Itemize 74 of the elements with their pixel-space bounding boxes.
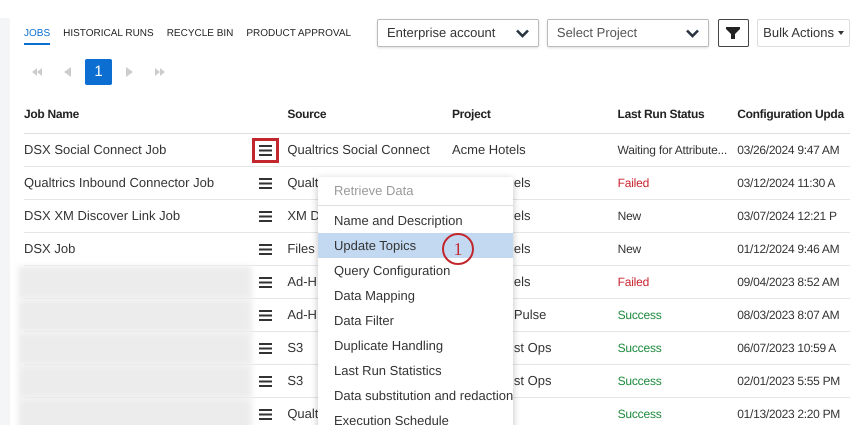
menu-icon <box>259 310 272 320</box>
menu-item[interactable]: Execution Schedule <box>318 408 513 425</box>
table-cell-text: Qualtrics Inbound Connector Job <box>24 174 214 192</box>
callout-badge: 1 <box>442 233 474 265</box>
table-cell: els <box>514 274 530 290</box>
menu-item[interactable]: Data Mapping <box>318 283 513 308</box>
table-cell: 01/12/2024 9:46 AM <box>737 242 840 256</box>
tab[interactable]: JOBS <box>24 22 50 44</box>
table-cell: Files <box>287 241 315 256</box>
table-cell: S3 <box>287 340 304 356</box>
table-cell: Acme Hotels <box>452 142 526 158</box>
table-cell-text: DSX XM Discover Link Job <box>24 207 180 226</box>
table-cell: S3 <box>287 373 304 388</box>
column-header[interactable]: Last Run Status <box>618 106 704 120</box>
table-cell: Qualt <box>287 406 318 422</box>
table-cell-text: DSX Job <box>24 240 76 258</box>
table-cell: Ad-H <box>287 307 317 322</box>
filter-button[interactable] <box>718 19 750 47</box>
menu-button[interactable] <box>252 138 280 162</box>
table-cell-text: DSX Social Connect Job <box>24 141 166 160</box>
status-text: Failed <box>618 275 650 289</box>
status-text: New <box>618 209 642 223</box>
menu-icon <box>259 376 272 386</box>
table-cell: Pulse <box>514 307 546 322</box>
menu-item[interactable]: Last Run Statistics <box>318 358 513 383</box>
column-header[interactable]: Project <box>452 106 491 120</box>
status-text: Success <box>618 308 662 322</box>
menu-item[interactable]: Name and Description <box>318 208 513 233</box>
table-cell: st Ops <box>514 340 552 356</box>
menu-item[interactable]: Duplicate Handling <box>318 333 513 358</box>
status-text: Failed <box>618 176 650 190</box>
table-cell: 08/03/2023 8:07 AM <box>737 308 840 322</box>
menu-icon <box>259 342 272 354</box>
column-header[interactable]: Configuration Upda <box>737 106 844 120</box>
table-cell: st Ops <box>514 373 552 388</box>
tab[interactable]: RECYCLE BIN <box>166 22 234 44</box>
table-cell: els <box>514 208 530 224</box>
status-text: Waiting for Attribute... <box>618 143 728 157</box>
menu-icon <box>259 178 272 188</box>
project-select[interactable]: Select Project <box>546 19 709 47</box>
chevron-down-icon <box>516 28 529 38</box>
menu-item[interactable]: Data substitution and redaction <box>318 383 513 408</box>
menu-icon <box>259 408 272 420</box>
table-cell: Ad-H <box>287 274 317 290</box>
table-cell: els <box>514 241 530 256</box>
tab[interactable]: PRODUCT APPROVAL <box>246 22 352 44</box>
table-cell: 03/26/2024 9:47 AM <box>737 143 840 157</box>
menu-item[interactable]: Data Filter <box>318 308 513 333</box>
table-cell: Qualt <box>287 175 318 190</box>
menu-icon <box>259 244 272 254</box>
menu-icon <box>259 210 272 222</box>
status-text: Success <box>618 374 662 388</box>
table-cell: 03/07/2024 12:21 P <box>737 209 837 223</box>
tab[interactable]: HISTORICAL RUNS <box>63 22 154 44</box>
table-cell: 06/07/2023 10:59 A <box>737 341 836 355</box>
table-cell: 03/12/2024 11:30 A <box>737 176 836 190</box>
filter-icon <box>726 27 740 39</box>
column-header[interactable]: Source <box>287 106 326 120</box>
status-text: Success <box>618 407 662 421</box>
table-cell: 01/13/2023 2:20 PM <box>737 407 840 421</box>
table-cell: 02/01/2023 5:55 PM <box>737 374 840 388</box>
page-button[interactable]: 1 <box>85 59 112 85</box>
caret-icon <box>838 31 844 35</box>
table-cell: els <box>514 175 530 190</box>
bulk-actions-button[interactable]: Bulk Actions <box>757 19 850 47</box>
table-cell: Qualtrics Social Connect <box>287 142 430 158</box>
chevron-down-icon <box>686 28 699 38</box>
status-text: Success <box>618 341 662 355</box>
menu-icon <box>259 276 272 288</box>
status-text: New <box>618 242 642 256</box>
menu-icon <box>259 144 272 156</box>
account-select[interactable]: Enterprise account <box>377 19 539 47</box>
column-header[interactable]: Job Name <box>24 106 79 120</box>
table-cell: 09/04/2023 8:52 AM <box>737 275 840 289</box>
